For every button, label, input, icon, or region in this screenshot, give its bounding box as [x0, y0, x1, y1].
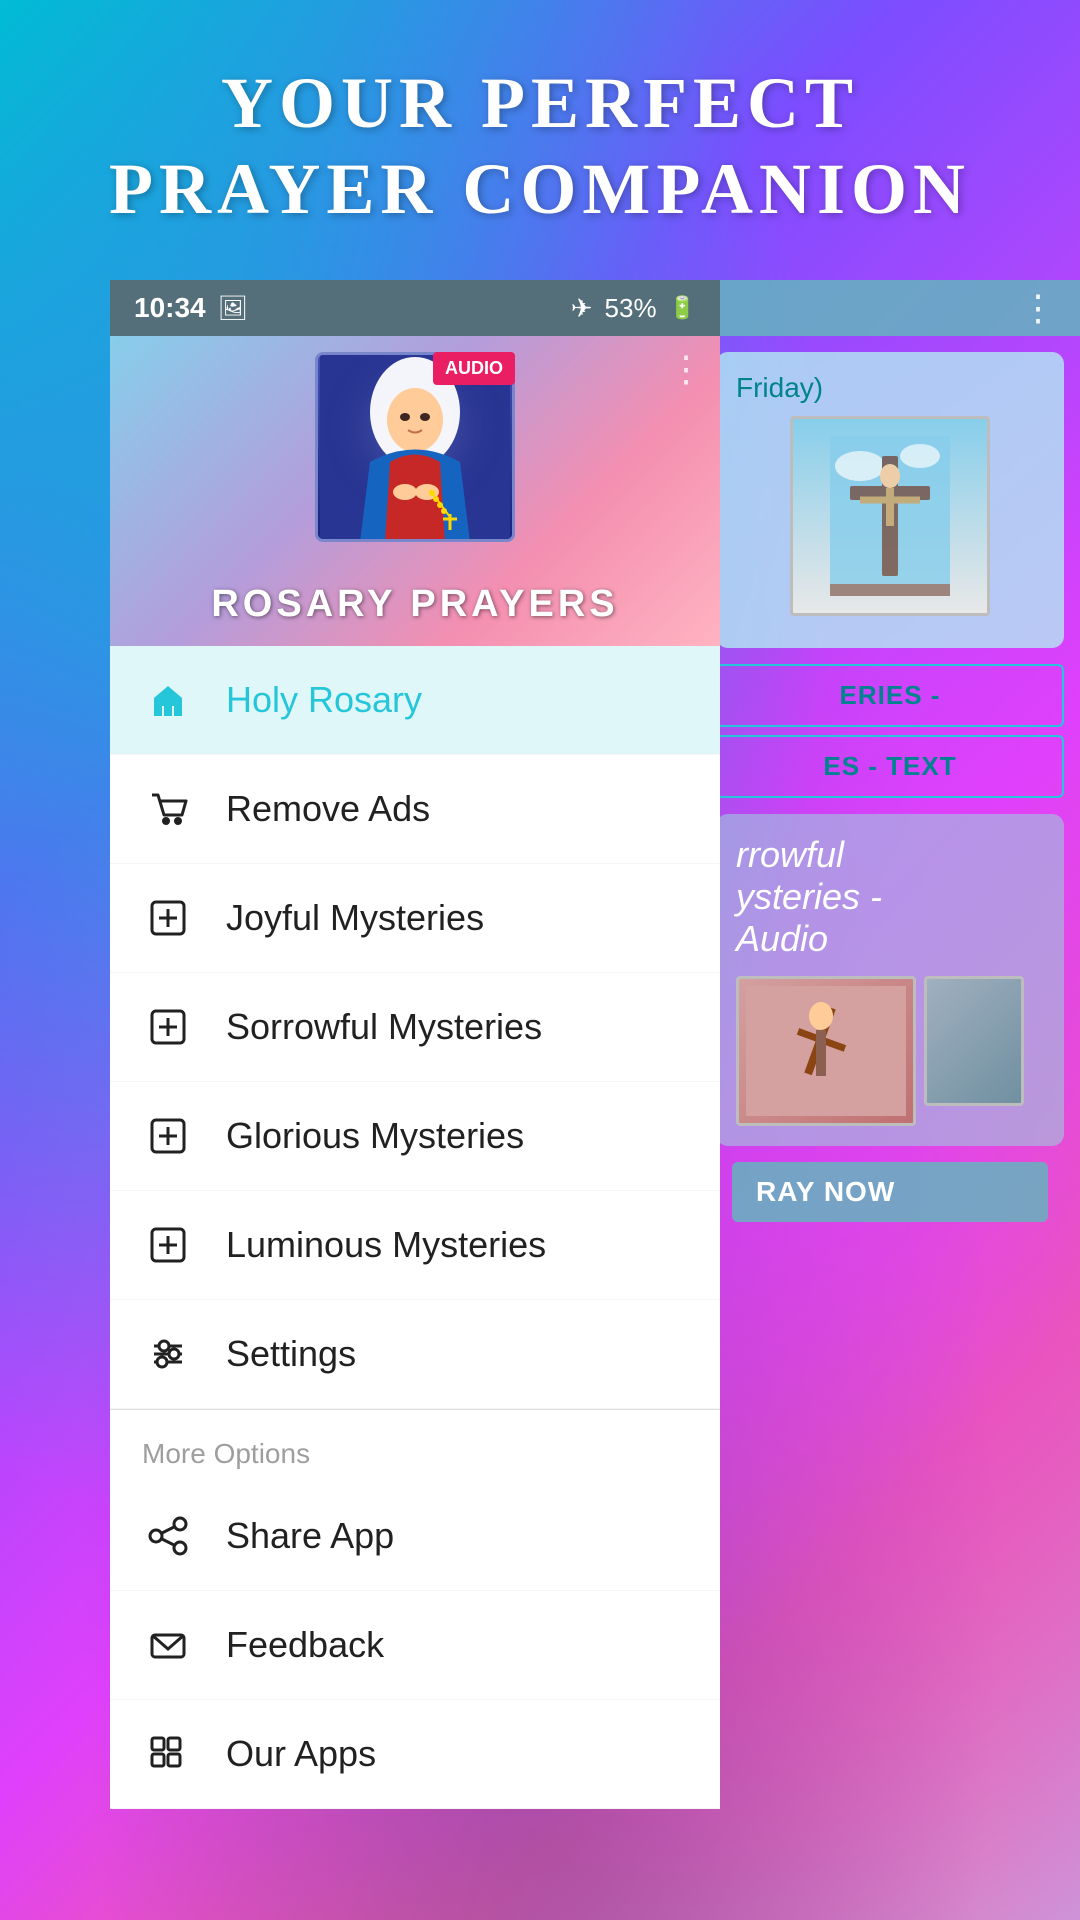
more-options-section: More Options: [110, 1409, 720, 1482]
header-more-button[interactable]: ⋮: [668, 348, 704, 390]
cross-add-icon-glorious: [142, 1110, 194, 1162]
more-options-label: More Options: [142, 1438, 310, 1469]
battery-text: 53%: [605, 293, 657, 324]
menu-item-our-apps[interactable]: Our Apps: [110, 1700, 720, 1809]
menu-item-sorrowful-mysteries[interactable]: Sorrowful Mysteries: [110, 973, 720, 1082]
mail-icon: [142, 1619, 194, 1671]
tagline-line2: PRAYER COMPANION: [0, 146, 1080, 232]
menu-item-feedback[interactable]: Feedback: [110, 1591, 720, 1700]
settings-label: Settings: [226, 1333, 356, 1375]
menu-item-luminous-mysteries[interactable]: Luminous Mysteries: [110, 1191, 720, 1300]
status-bar: 10:34 🖼 ✈ 53% 🔋: [110, 280, 720, 336]
background-content: ⋮ Friday): [700, 280, 1080, 1820]
settings-icon: [142, 1328, 194, 1380]
bg-mysteries-btn: ERIES -: [716, 664, 1064, 727]
tagline: YOUR PERFECT PRAYER COMPANION: [0, 60, 1080, 233]
share-app-label: Share App: [226, 1515, 394, 1557]
app-title: ROSARY PRAYERS: [110, 583, 720, 626]
bg-mysteries-text-btn: ES - TEXT: [716, 735, 1064, 798]
menu-item-holy-rosary[interactable]: Holy Rosary: [110, 646, 720, 755]
battery-icon: 🔋: [669, 295, 696, 321]
home-icon: [142, 674, 194, 726]
audio-badge: AUDIO: [433, 352, 515, 385]
cross-image: [793, 419, 987, 613]
menu-item-remove-ads[interactable]: Remove Ads: [110, 755, 720, 864]
app-header: ⋮ AUDIO: [110, 336, 720, 646]
luminous-mysteries-label: Luminous Mysteries: [226, 1224, 546, 1266]
gallery-icon: 🖼: [218, 294, 248, 323]
sorrowful-mysteries-label: Sorrowful Mysteries: [226, 1006, 542, 1048]
bg-sorrowful-card: rrowfulysteries -Audio: [716, 814, 1064, 1146]
share-icon: [142, 1510, 194, 1562]
bg-sorrowful-title: rrowfulysteries -Audio: [736, 834, 1044, 960]
bg-stamp-3: [924, 976, 1024, 1106]
bg-stamp-2: [736, 976, 916, 1126]
grid-icon: [142, 1728, 194, 1780]
menu-item-glorious-mysteries[interactable]: Glorious Mysteries: [110, 1082, 720, 1191]
bg-card-title: Friday): [736, 372, 1044, 404]
cross-add-icon-luminous: [142, 1219, 194, 1271]
cross-add-icon-joyful: [142, 892, 194, 944]
drawer-menu: Holy Rosary Remove Ads Joy: [110, 646, 720, 1809]
status-time: 10:34: [134, 292, 206, 324]
bg-pray-btn[interactable]: RAY NOW: [732, 1162, 1048, 1222]
bg-friday-card: Friday): [716, 352, 1064, 648]
cart-icon: [142, 783, 194, 835]
status-icons: ✈ 53% 🔋: [571, 293, 696, 324]
tagline-line1: YOUR PERFECT: [0, 60, 1080, 146]
menu-item-joyful-mysteries[interactable]: Joyful Mysteries: [110, 864, 720, 973]
menu-item-settings[interactable]: Settings: [110, 1300, 720, 1409]
more-options-icon[interactable]: ⋮: [1020, 287, 1056, 329]
feedback-label: Feedback: [226, 1624, 384, 1666]
menu-item-share-app[interactable]: Share App: [110, 1482, 720, 1591]
app-icon-container: AUDIO: [315, 352, 515, 552]
glorious-mysteries-label: Glorious Mysteries: [226, 1115, 524, 1157]
joyful-mysteries-label: Joyful Mysteries: [226, 897, 484, 939]
phone-container: 10:34 🖼 ✈ 53% 🔋 ⋮ AUDIO: [110, 280, 720, 1820]
bg-top-bar: ⋮: [700, 280, 1080, 336]
our-apps-label: Our Apps: [226, 1733, 376, 1775]
cross-add-icon-sorrowful: [142, 1001, 194, 1053]
bg-stamp-image: [790, 416, 990, 616]
holy-rosary-label: Holy Rosary: [226, 679, 422, 721]
airplane-icon: ✈: [571, 293, 593, 324]
remove-ads-label: Remove Ads: [226, 788, 430, 830]
